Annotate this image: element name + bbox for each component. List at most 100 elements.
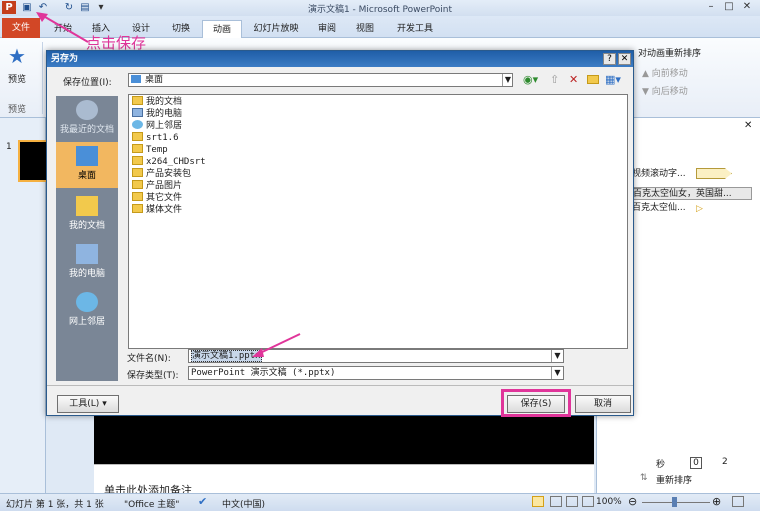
move-later-button[interactable]: ▼ 向后移动 [642, 84, 688, 97]
preview-icon[interactable]: ★ [8, 44, 26, 68]
animation-marker-icon: ▷ [696, 204, 703, 214]
dialog-title: 另存为 [47, 51, 633, 67]
zoom-in-icon[interactable]: ⊕ [712, 495, 721, 508]
move-earlier-button[interactable]: ▲ 向前移动 [642, 66, 688, 79]
tab-review[interactable]: 审阅 [312, 20, 342, 38]
zoom-level[interactable]: 100% [596, 497, 622, 507]
slideshow-view-icon[interactable] [582, 496, 594, 507]
move-earlier-label: 向前移动 [651, 69, 688, 79]
page-input[interactable]: 0 [690, 457, 702, 469]
file-name: 产品安装包 [146, 169, 192, 179]
new-folder-icon[interactable] [587, 75, 599, 84]
save-as-dialog: 另存为 ? ✕ 保存位置(I): 桌面 ▼ ◉▾ ⇧ ✕ ▦▾ 我最近的文档 桌… [46, 50, 634, 417]
tab-view[interactable]: 视图 [350, 20, 380, 38]
slide-canvas[interactable] [94, 412, 594, 464]
up-folder-icon[interactable]: ⇧ [550, 73, 559, 86]
back-icon[interactable]: ◉▾ [523, 73, 538, 86]
page-max: 2 [722, 457, 728, 467]
place-my-computer[interactable]: 我的电脑 [56, 240, 118, 286]
animation-item-label: 百克太空仙... [632, 203, 686, 213]
file-name: 产品图片 [146, 181, 183, 191]
zoom-slider-thumb[interactable] [672, 497, 677, 507]
place-label: 桌面 [77, 171, 96, 181]
chevron-down-icon[interactable]: ▼ [551, 367, 563, 379]
slide-info: 幻灯片 第 1 张，共 1 张 [6, 500, 104, 510]
file-name: 媒体文件 [146, 205, 183, 215]
preview-group-label: 预览 [8, 105, 27, 115]
close-button[interactable]: ✕ [738, 0, 756, 13]
file-name: srt1.6 [146, 133, 179, 143]
tab-animations[interactable]: 动画 [202, 20, 242, 39]
tools-button[interactable]: 工具(L) ▾ [57, 395, 119, 413]
slide-thumbnail[interactable] [18, 140, 48, 182]
slide-sorter-icon[interactable] [550, 496, 562, 507]
animation-item-label: 百克太空仙女，英国甜... [633, 189, 732, 199]
reading-view-icon[interactable] [566, 496, 578, 507]
network-icon [76, 292, 98, 312]
place-desktop[interactable]: 桌面 [56, 142, 118, 188]
list-item[interactable]: 产品安装包 [132, 168, 191, 180]
file-name: Temp [146, 145, 168, 155]
animation-item-selected[interactable]: 百克太空仙女，英国甜... [632, 187, 752, 200]
file-name: 我的文档 [146, 97, 183, 107]
filename-field[interactable]: 演示文稿1.pptx [188, 349, 564, 363]
dialog-divider [47, 385, 633, 386]
fit-window-icon[interactable] [732, 496, 744, 507]
place-label: 我的文档 [68, 221, 105, 231]
file-name: 我的电脑 [146, 109, 183, 119]
place-my-documents[interactable]: 我的文档 [56, 192, 118, 238]
animation-item[interactable]: 百克太空仙... [632, 202, 694, 215]
my-computer-icon [76, 244, 98, 264]
place-label: 网上邻居 [68, 317, 105, 327]
views-icon[interactable]: ▦▾ [605, 73, 621, 86]
minimize-button[interactable]: – [702, 0, 720, 13]
filename-label: 文件名(N): [127, 354, 171, 364]
tab-transitions[interactable]: 切换 [166, 20, 196, 38]
preview-button[interactable]: 预览 [8, 72, 26, 85]
filetype-label: 保存类型(T): [127, 371, 179, 381]
cancel-button[interactable]: 取消 [575, 395, 631, 413]
maximize-button[interactable]: □ [720, 0, 738, 13]
chevron-down-icon[interactable]: ▼ [502, 74, 513, 86]
recent-docs-icon [76, 100, 98, 120]
list-item[interactable]: 我的电脑 [132, 108, 182, 120]
list-item[interactable]: Temp [132, 144, 168, 156]
places-bar: 我最近的文档 桌面 我的文档 我的电脑 网上邻居 [56, 96, 118, 381]
reorder-label: 重新排序 [656, 476, 693, 486]
save-in-dropdown[interactable]: 桌面 [128, 73, 513, 87]
place-recent[interactable]: 我最近的文档 [56, 96, 118, 142]
spellcheck-icon[interactable]: ✔ [198, 495, 207, 508]
dialog-close-button[interactable]: ✕ [618, 53, 631, 65]
help-button[interactable]: ? [603, 53, 616, 65]
animation-item[interactable]: 视频滚动字... [632, 168, 756, 181]
slide-number: 1 [6, 142, 12, 152]
list-item[interactable]: 媒体文件 [132, 204, 182, 216]
move-later-label: 向后移动 [651, 87, 688, 97]
save-in-value: 桌面 [145, 75, 164, 85]
place-network[interactable]: 网上邻居 [56, 288, 118, 334]
tools-label: 工具(L) [69, 399, 100, 409]
tab-slideshow[interactable]: 幻灯片放映 [250, 20, 302, 38]
list-item[interactable]: 我的文档 [132, 96, 182, 108]
save-in-label: 保存位置(I): [63, 78, 112, 88]
save-button[interactable]: 保存(S) [507, 395, 565, 413]
list-item[interactable]: 网上邻居 [132, 120, 182, 132]
zoom-out-icon[interactable]: ⊖ [628, 495, 637, 508]
desktop-icon [131, 75, 141, 83]
normal-view-icon[interactable] [532, 496, 544, 507]
filetype-select[interactable]: PowerPoint 演示文稿 (*.pptx) [188, 366, 564, 380]
pane-close-icon[interactable]: ✕ [744, 120, 752, 131]
animation-item-label: 视频滚动字... [632, 169, 686, 179]
list-item[interactable]: srt1.6 [132, 132, 179, 144]
file-name: 网上邻居 [146, 121, 183, 131]
file-name: x264_CHDsrt [146, 157, 206, 167]
list-item[interactable]: 其它文件 [132, 192, 182, 204]
tab-developer[interactable]: 开发工具 [390, 20, 440, 38]
file-name: 其它文件 [146, 193, 183, 203]
file-list[interactable]: 我的文档 我的电脑 网上邻居 srt1.6 Temp x264_CHDsrt 产… [128, 94, 628, 349]
chevron-down-icon[interactable]: ▼ [551, 350, 563, 362]
list-item[interactable]: x264_CHDsrt [132, 156, 206, 168]
reorder-icon[interactable]: ⇅ [640, 473, 648, 483]
list-item[interactable]: 产品图片 [132, 180, 182, 192]
delete-icon[interactable]: ✕ [569, 73, 578, 86]
